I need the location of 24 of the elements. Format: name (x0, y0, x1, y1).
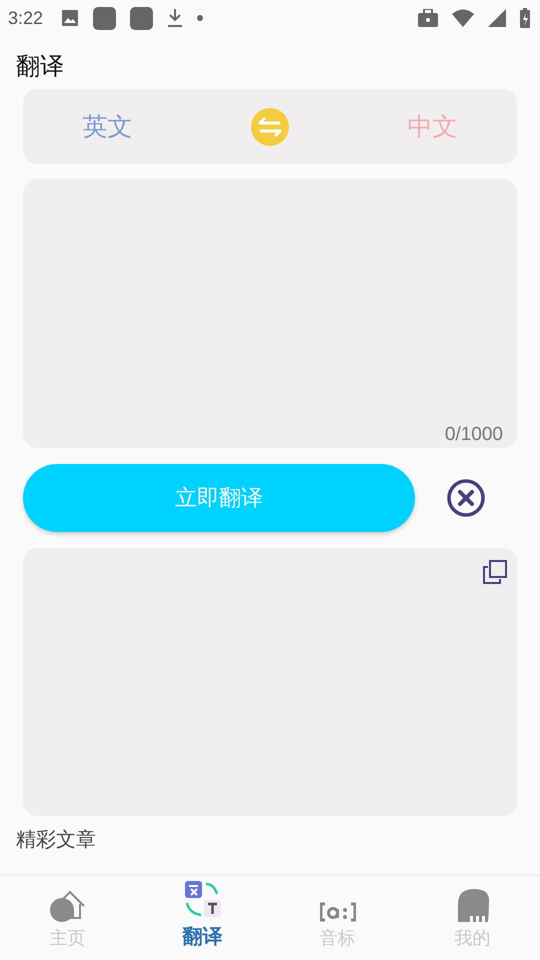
source-language[interactable]: 英文 (82, 110, 132, 143)
character-counter: 0/1000 (444, 424, 503, 446)
battery-icon (520, 8, 530, 28)
app-icon (130, 6, 154, 30)
profile-icon (456, 888, 490, 922)
home-icon (50, 888, 86, 922)
translate-button[interactable]: 立即翻译 (23, 464, 415, 532)
status-time: 3:22 (8, 8, 44, 28)
app-icon (93, 6, 116, 30)
signal-icon (488, 9, 506, 27)
download-icon (167, 8, 184, 28)
text-input-field[interactable]: 0/1000 (23, 179, 517, 448)
translate-icon (184, 881, 220, 919)
nav-tab[interactable]: 翻译 (135, 876, 270, 960)
briefcase-icon (418, 9, 438, 27)
wifi-icon (452, 9, 474, 27)
copy-icon[interactable] (483, 560, 507, 584)
page-title: 翻译 (15, 51, 65, 82)
image-icon (61, 9, 80, 27)
dot-icon (197, 15, 204, 21)
clear-icon[interactable] (447, 479, 485, 517)
target-language[interactable]: 中文 (408, 110, 458, 143)
phonetic-icon (320, 902, 356, 922)
section-heading: 精彩文章 (16, 826, 97, 853)
